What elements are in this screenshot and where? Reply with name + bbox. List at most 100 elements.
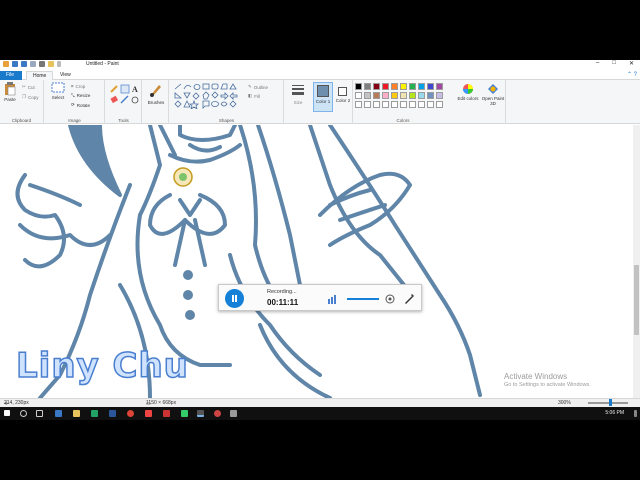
cut-label: Cut — [27, 84, 35, 90]
copy-button[interactable]: ❐ Copy — [22, 94, 39, 100]
colors-group: Edit colors Open Paint 3D Colors — [352, 80, 506, 124]
zoom-slider[interactable] — [588, 399, 628, 406]
select-button[interactable]: Select — [49, 82, 67, 100]
print-icon[interactable] — [39, 61, 45, 67]
chrome-icon[interactable] — [127, 410, 134, 417]
tab-view[interactable]: View — [54, 71, 77, 80]
vertical-scrollbar[interactable] — [633, 125, 640, 398]
outline-dropdown[interactable]: ✎ Outline — [248, 84, 268, 90]
color1-button[interactable]: Color 1 — [313, 82, 333, 112]
custom-color-slot[interactable] — [418, 101, 425, 108]
custom-color-slot[interactable] — [364, 101, 371, 108]
crop-button[interactable]: ⌗ Crop — [71, 84, 85, 89]
app-icon[interactable] — [145, 410, 152, 417]
custom-color-slot[interactable] — [409, 101, 416, 108]
color2-label: Color 2 — [335, 98, 351, 103]
palette-swatch[interactable] — [373, 83, 380, 90]
undo-icon[interactable] — [21, 61, 27, 67]
app-icon-2[interactable] — [163, 410, 170, 417]
palette-swatch[interactable] — [436, 92, 443, 99]
customize-dropdown-icon[interactable] — [57, 61, 61, 67]
size-button[interactable]: Size — [285, 80, 311, 124]
close-button[interactable]: ✕ — [629, 60, 634, 67]
pause-button[interactable] — [225, 289, 244, 308]
excel-icon[interactable] — [91, 410, 98, 417]
custom-color-slot[interactable] — [400, 101, 407, 108]
palette-swatch[interactable] — [400, 83, 407, 90]
edge-icon[interactable] — [55, 410, 62, 417]
channel-watermark: Liny Chu — [15, 345, 189, 387]
palette-swatch[interactable] — [400, 92, 407, 99]
notification-icon[interactable] — [634, 410, 637, 417]
palette-swatch[interactable] — [373, 92, 380, 99]
tools-group: A Tools — [106, 80, 142, 124]
custom-color-slot[interactable] — [382, 101, 389, 108]
redo-icon[interactable] — [30, 61, 36, 67]
palette-swatch[interactable] — [391, 92, 398, 99]
folder-icon[interactable] — [48, 61, 54, 67]
palette-swatch[interactable] — [427, 92, 434, 99]
paint-taskbar-icon[interactable] — [197, 410, 204, 417]
size-icon — [292, 85, 304, 95]
recorder-taskbar-icon[interactable] — [214, 410, 221, 417]
activate-subtitle: Go to Settings to activate Windows. — [504, 382, 591, 388]
custom-color-slot[interactable] — [436, 101, 443, 108]
resize-button[interactable]: ⤡ Resize — [71, 93, 90, 98]
rotate-button[interactable]: ⟳ Rotate — [71, 102, 90, 108]
app-icon-3[interactable] — [181, 410, 188, 417]
pen-icon[interactable] — [403, 293, 415, 305]
fill-icon: ◧ — [248, 93, 253, 98]
tab-home[interactable]: Home — [26, 71, 54, 80]
custom-color-slot[interactable] — [355, 101, 362, 108]
shapes-group-label: Shapes — [218, 118, 235, 123]
palette-swatch[interactable] — [382, 92, 389, 99]
palette-swatch[interactable] — [364, 92, 371, 99]
palette-swatch[interactable] — [436, 83, 443, 90]
scrollbar-thumb[interactable] — [634, 265, 639, 335]
select-icon — [51, 82, 65, 93]
windows-start-icon[interactable] — [4, 410, 10, 416]
custom-color-slot[interactable] — [373, 101, 380, 108]
color1-swatch — [317, 85, 329, 97]
palette-swatch[interactable] — [364, 83, 371, 90]
palette-swatch[interactable] — [382, 83, 389, 90]
custom-color-slot[interactable] — [427, 101, 434, 108]
shapes-gallery[interactable] — [173, 83, 245, 109]
help-icon[interactable]: ⌃ ? — [627, 71, 637, 78]
clipboard-group: Paste ✂ Cut ❐ Copy Clipboard — [0, 80, 44, 124]
palette-swatch[interactable] — [409, 92, 416, 99]
edit-colors-button[interactable]: Edit colors — [457, 83, 479, 101]
paste-button[interactable]: Paste — [2, 82, 18, 102]
palette-swatch[interactable] — [355, 92, 362, 99]
activate-windows-notice: Activate Windows Go to Settings to activ… — [504, 372, 591, 388]
palette-swatch[interactable] — [409, 83, 416, 90]
fill-dropdown[interactable]: ◧ Fill — [248, 93, 260, 99]
palette-swatch[interactable] — [355, 83, 362, 90]
tab-file[interactable]: File — [0, 71, 22, 80]
zoom-slider-knob[interactable] — [609, 399, 612, 406]
resize-label: Resize — [76, 93, 91, 98]
palette-swatch[interactable] — [418, 83, 425, 90]
custom-color-slot[interactable] — [391, 101, 398, 108]
word-icon[interactable] — [109, 410, 116, 417]
app-icon-4[interactable] — [230, 410, 237, 417]
brushes-button[interactable]: Brushes — [143, 80, 169, 124]
volume-slider[interactable] — [347, 298, 379, 300]
open-paint3d-button[interactable]: Open Paint 3D — [479, 83, 507, 106]
minimize-button[interactable]: – — [596, 60, 599, 67]
cut-button[interactable]: ✂ Cut — [22, 84, 35, 90]
status-bar: ✛ 214, 230px ▭ 1150 × 668px 300% — [0, 398, 640, 407]
tools-group-label: Tools — [118, 118, 129, 123]
palette-swatch[interactable] — [418, 92, 425, 99]
search-icon[interactable] — [20, 410, 27, 417]
color2-button[interactable]: Color 2 — [335, 82, 351, 112]
save-icon[interactable] — [12, 61, 18, 67]
file-explorer-icon[interactable] — [73, 410, 80, 417]
maximize-button[interactable]: □ — [612, 60, 616, 67]
webcam-icon[interactable] — [385, 294, 395, 304]
palette-swatch[interactable] — [391, 83, 398, 90]
task-view-icon[interactable] — [36, 410, 43, 417]
palette-swatch[interactable] — [427, 83, 434, 90]
title-bar: Untitled - Paint – □ ✕ — [0, 60, 640, 69]
color1-label: Color 1 — [315, 99, 331, 104]
